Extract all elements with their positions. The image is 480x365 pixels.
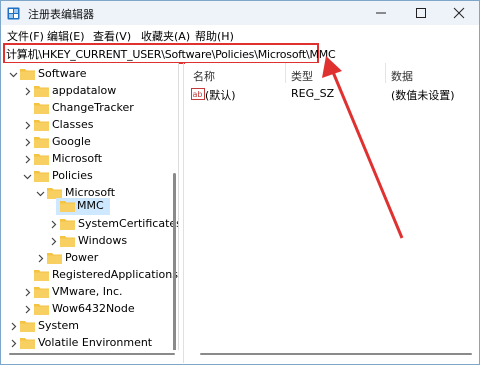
column-header-name[interactable]: 名称 (193, 68, 215, 84)
chevron-right-icon[interactable] (36, 254, 45, 263)
value-data: (数值未设置) (391, 89, 455, 102)
tree-item-appdatalow[interactable]: appdatalow (1, 83, 178, 100)
tree-label: Policies (52, 169, 93, 182)
tree-label: Software (38, 67, 87, 80)
window-title: 注册表编辑器 (28, 8, 94, 21)
folder-icon (34, 103, 49, 114)
tree-item-classes[interactable]: Classes (1, 117, 178, 134)
menu-view[interactable]: 查看(V) (93, 28, 131, 44)
tree-label: SystemCertificates (78, 217, 179, 230)
chevron-right-icon[interactable] (23, 305, 32, 314)
pane-splitter[interactable] (183, 63, 184, 363)
tree-label: ChangeTracker (52, 101, 134, 114)
tree-item-windows[interactable]: Windows (1, 233, 178, 250)
close-button[interactable] (439, 1, 479, 25)
chevron-right-icon[interactable] (23, 155, 32, 164)
column-header-type[interactable]: 类型 (291, 68, 313, 84)
tree-label: RegisteredApplications (52, 268, 178, 281)
tree-vertical-scrollbar[interactable] (173, 173, 176, 350)
close-icon (453, 7, 465, 19)
menu-bar: 文件(F) 编辑(E) 查看(V) 收藏夹(A) 帮助(H) (1, 26, 479, 43)
tree-label: Wow6432Node (52, 302, 135, 315)
chevron-right-icon[interactable] (23, 121, 32, 130)
chevron-right-icon[interactable] (49, 237, 58, 246)
chevron-down-icon[interactable] (23, 172, 32, 181)
tree-label: appdatalow (52, 84, 117, 97)
folder-icon (34, 171, 49, 182)
folder-icon (34, 287, 49, 298)
svg-text:ab: ab (193, 90, 203, 99)
folder-icon (47, 253, 62, 264)
minimize-button[interactable] (361, 1, 401, 25)
tree-item-system[interactable]: System (1, 318, 178, 335)
tree-label: VMware, Inc. (52, 285, 123, 298)
tree-item-software[interactable]: Software (1, 66, 178, 83)
folder-icon (34, 154, 49, 165)
tree-label: MMC (77, 199, 104, 212)
folder-icon (20, 69, 35, 80)
maximize-button[interactable] (401, 1, 441, 25)
string-value-icon: ab (191, 88, 205, 100)
tree-horizontal-scrollbar[interactable] (9, 353, 175, 355)
regedit-window: 注册表编辑器 文件(F) 编辑(E) 查看(V) 收藏夹(A) 帮助(H) 计算… (0, 0, 480, 365)
maximize-icon (416, 8, 426, 18)
chevron-right-icon[interactable] (9, 322, 18, 331)
column-header-data[interactable]: 数据 (391, 68, 413, 84)
folder-icon (20, 321, 35, 332)
folder-icon (34, 120, 49, 131)
tree-label: Windows (78, 234, 128, 247)
values-horizontal-scrollbar[interactable] (200, 353, 472, 355)
folder-icon (60, 236, 75, 247)
folder-icon (34, 137, 49, 148)
tree-item-mmc[interactable]: MMC (56, 198, 110, 215)
value-type: REG_SZ (291, 87, 335, 100)
tree-item-wow6432node[interactable]: Wow6432Node (1, 301, 178, 318)
chevron-right-icon[interactable] (23, 138, 32, 147)
tree-item-volatile-environment[interactable]: Volatile Environment (1, 335, 178, 350)
menu-edit[interactable]: 编辑(E) (47, 28, 85, 44)
menu-help[interactable]: 帮助(H) (195, 28, 234, 44)
address-bar[interactable]: 计算机\HKEY_CURRENT_USER\Software\Policies\… (3, 43, 336, 64)
tree-item-vmware[interactable]: VMware, Inc. (1, 284, 178, 301)
address-path[interactable]: 计算机\HKEY_CURRENT_USER\Software\Policies\… (6, 46, 336, 62)
title-bar[interactable]: 注册表编辑器 (1, 1, 479, 25)
minimize-icon (376, 12, 386, 14)
registry-tree: Software appdatalow ChangeTracker Classe… (1, 63, 179, 350)
tree-item-power[interactable]: Power (1, 250, 178, 267)
menu-file[interactable]: 文件(F) (7, 28, 44, 44)
tree-label: Volatile Environment (38, 336, 153, 349)
folder-icon (60, 219, 75, 230)
tree-item-changetracker[interactable]: ChangeTracker (1, 100, 178, 117)
chevron-right-icon[interactable] (49, 220, 58, 229)
column-divider[interactable] (285, 63, 286, 83)
tree-label: Classes (52, 118, 94, 131)
tree-item-policies[interactable]: Policies (1, 168, 178, 185)
value-name: (默认) (205, 89, 236, 102)
tree-item-google[interactable]: Google (1, 134, 178, 151)
regedit-app-icon (7, 7, 20, 20)
chevron-right-icon[interactable] (23, 87, 32, 96)
tree-label: Google (52, 135, 91, 148)
chevron-down-icon[interactable] (36, 189, 45, 198)
column-divider[interactable] (385, 63, 386, 83)
tree-item-systemcertificates[interactable]: SystemCertificates (1, 216, 178, 233)
values-list: 名称 类型 数据 ab (默认) REG_SZ (数值未设置) (185, 63, 479, 363)
chevron-right-icon[interactable] (23, 288, 32, 297)
tree-item-microsoft[interactable]: Microsoft (1, 151, 178, 168)
menu-favorites[interactable]: 收藏夹(A) (141, 28, 190, 44)
tree-label: System (38, 319, 80, 332)
tree-label: Power (65, 251, 99, 264)
folder-icon (34, 86, 49, 97)
folder-icon (60, 201, 75, 212)
folder-icon (34, 270, 49, 281)
tree-label: Microsoft (52, 152, 103, 165)
chevron-right-icon[interactable] (9, 339, 18, 348)
folder-icon (20, 338, 35, 349)
tree-item-registeredapplications[interactable]: RegisteredApplications (1, 267, 178, 284)
folder-icon (34, 304, 49, 315)
chevron-down-icon[interactable] (9, 70, 18, 79)
